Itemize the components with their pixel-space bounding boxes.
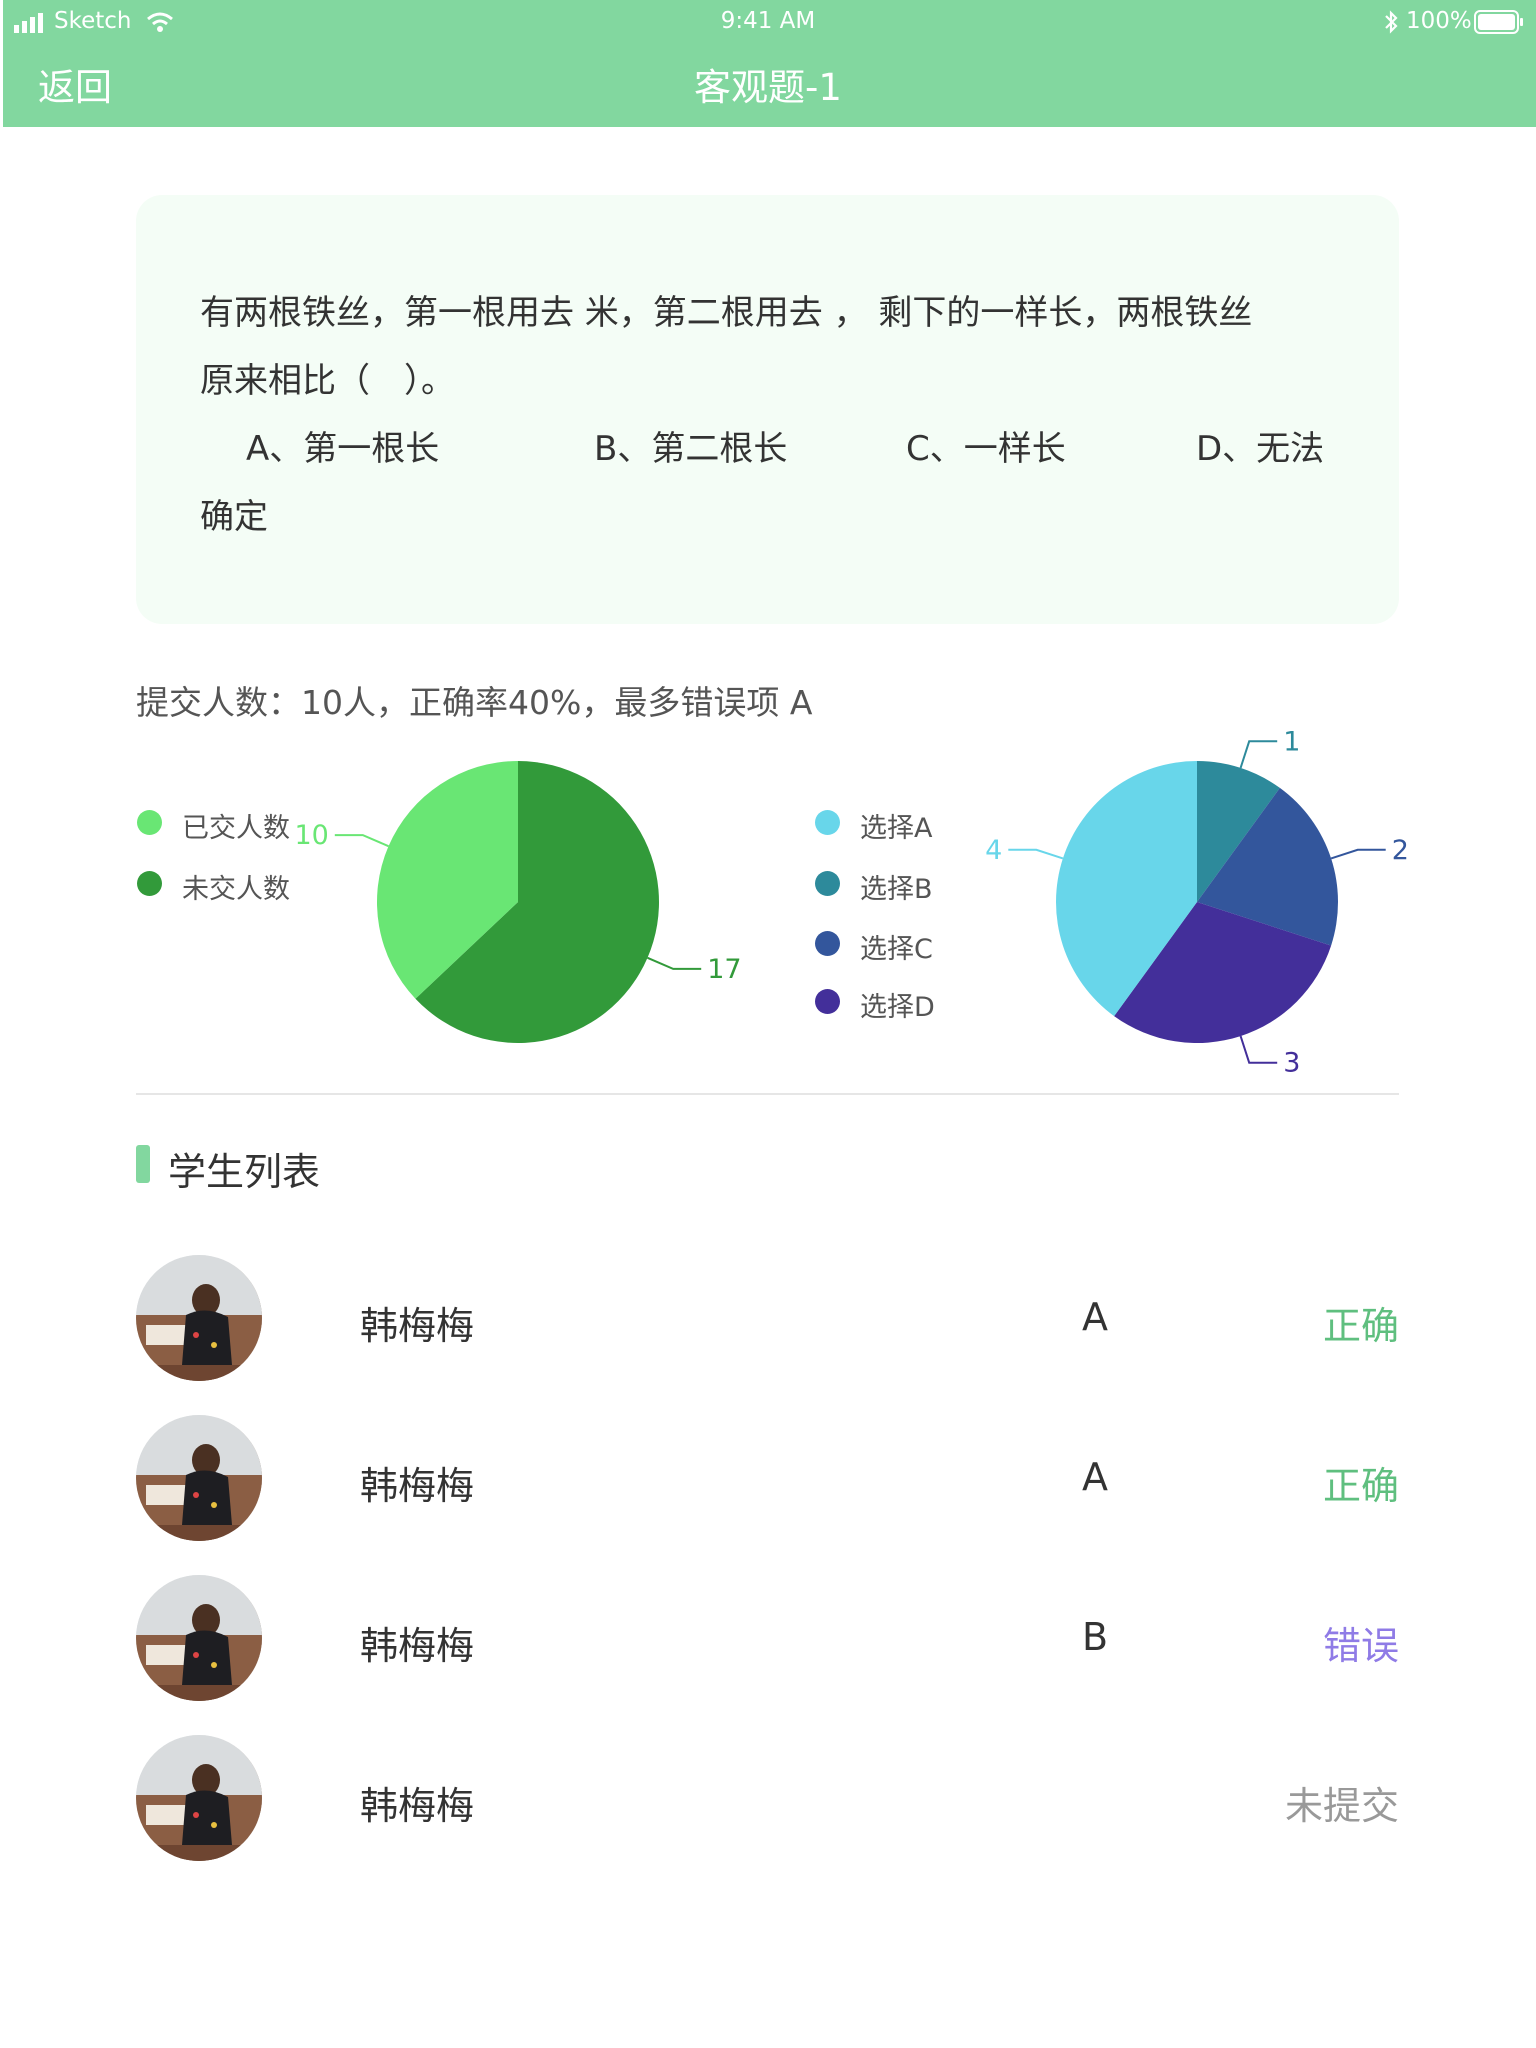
choice-pie-data-label-3: 4 bbox=[985, 835, 1002, 866]
student-answer: A bbox=[1082, 1455, 1108, 1499]
choice-pie-leader-1 bbox=[1330, 848, 1386, 860]
student-result-status: 错误 bbox=[1322, 1624, 1399, 1668]
student-name: 韩梅梅 bbox=[360, 1304, 475, 1348]
student-row[interactable]: 韩梅梅 未提交 bbox=[136, 1735, 1399, 1861]
choice-pie-chart: 1 2 3 4 bbox=[985, 726, 1409, 1079]
student-name: 韩梅梅 bbox=[360, 1464, 475, 1508]
choice-pie-data-label-2: 3 bbox=[1283, 1048, 1300, 1079]
choice-pie-leader-3 bbox=[1008, 848, 1064, 860]
student-answer: A bbox=[1082, 1295, 1108, 1339]
choice-pie-leader-2 bbox=[1239, 1035, 1278, 1064]
avatar bbox=[136, 1575, 262, 1701]
avatar bbox=[136, 1255, 262, 1381]
student-row[interactable]: 韩梅梅 A 正确 bbox=[136, 1415, 1399, 1541]
choice-pie-data-label-0: 1 bbox=[1283, 726, 1300, 757]
student-answer: B bbox=[1082, 1615, 1109, 1659]
student-result-status: 未提交 bbox=[1284, 1784, 1399, 1828]
student-row[interactable]: 韩梅梅 B 错误 bbox=[136, 1575, 1399, 1701]
student-result-status: 正确 bbox=[1322, 1304, 1399, 1348]
avatar bbox=[136, 1415, 262, 1541]
choice-pie-leader-0 bbox=[1239, 740, 1278, 769]
section-divider bbox=[136, 1093, 1399, 1095]
student-name: 韩梅梅 bbox=[360, 1624, 475, 1668]
student-row[interactable]: 韩梅梅 A 正确 bbox=[136, 1255, 1399, 1381]
section-accent-bar bbox=[136, 1145, 150, 1183]
avatar bbox=[136, 1735, 262, 1861]
section-title: 学生列表 bbox=[168, 1150, 321, 1194]
student-result-status: 正确 bbox=[1322, 1464, 1399, 1508]
student-name: 韩梅梅 bbox=[360, 1784, 475, 1828]
choice-pie-data-label-1: 2 bbox=[1392, 835, 1409, 866]
